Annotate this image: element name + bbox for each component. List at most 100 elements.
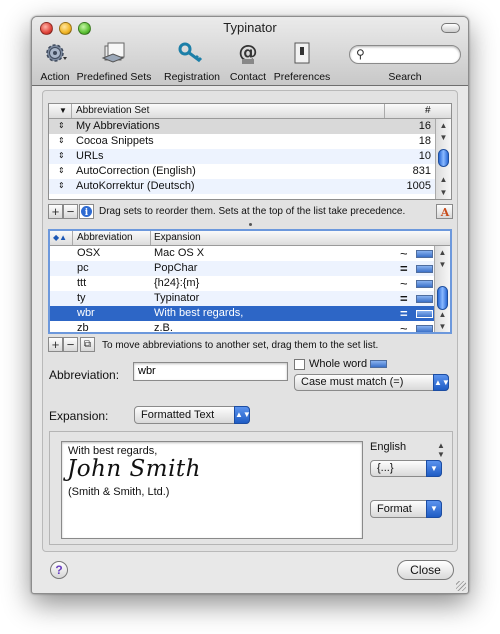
set-name: URLs	[76, 150, 104, 162]
toolbar-preferences[interactable]: Preferences	[272, 39, 332, 83]
abbr-col-expansion[interactable]: Expansion	[154, 232, 201, 243]
set-row[interactable]: ⇕ AutoKorrektur (Deutsch) 1005	[49, 179, 435, 194]
abbr-cell: zb	[77, 322, 89, 334]
insert-menu-value: {...}	[377, 462, 394, 474]
svg-text:i: i	[85, 208, 89, 218]
sets-hint: Drag sets to reorder them. Sets at the t…	[99, 206, 406, 217]
language-updown-icon[interactable]: ▲ ▼	[437, 441, 445, 459]
match-mode: ~	[400, 276, 408, 291]
toolbar-registration-label: Registration	[163, 71, 221, 83]
scroll-down-icon[interactable]: ▼	[435, 322, 450, 331]
svg-text:A: A	[439, 206, 449, 218]
abbr-scroll-thumb[interactable]	[437, 286, 448, 310]
close-button[interactable]: Close	[397, 560, 454, 580]
sets-col-count[interactable]: #	[425, 105, 431, 116]
drag-handle-icon: ⇕	[58, 166, 65, 175]
expansion-cell: With best regards,	[154, 307, 244, 319]
abbr-cell: pc	[77, 262, 89, 274]
sort-icon: ◆▲	[53, 233, 68, 242]
abbreviations-table[interactable]: ◆▲ Abbreviation Expansion OSX Mac OS X ~…	[48, 229, 452, 334]
formatted-text-icon	[416, 310, 433, 318]
toolbar-preferences-label: Preferences	[273, 71, 331, 83]
main-panel: ▼ Abbreviation Set # ⇕ My Abbreviations …	[42, 90, 458, 552]
scroll-up-icon[interactable]: ▲	[435, 248, 450, 257]
sets-table[interactable]: ▼ Abbreviation Set # ⇕ My Abbreviations …	[48, 103, 452, 200]
scroll-up-icon[interactable]: ▲	[435, 310, 450, 319]
format-menu-value: Format	[377, 503, 412, 515]
duplicate-abbreviation-button[interactable]: ⧉	[80, 337, 95, 352]
set-row[interactable]: ⇕ My Abbreviations 16	[49, 119, 435, 134]
set-count: 1005	[406, 180, 431, 192]
expansion-cell: Mac OS X	[154, 247, 205, 259]
set-name: Cocoa Snippets	[76, 135, 154, 147]
abbreviation-row[interactable]: zb z.B. ~	[50, 321, 434, 334]
abbr-col-abbreviation[interactable]: Abbreviation	[77, 232, 133, 243]
add-set-button[interactable]: +	[48, 204, 63, 219]
resize-grip-icon[interactable]	[456, 581, 466, 591]
sets-icon	[76, 39, 152, 67]
toolbar-predefined-sets[interactable]: Predefined Sets	[76, 39, 152, 83]
expansion-label: Expansion:	[49, 409, 109, 423]
abbreviation-input[interactable]	[134, 363, 287, 379]
format-menu[interactable]: Format ▼	[370, 500, 442, 518]
abbreviation-row[interactable]: OSX Mac OS X ~	[50, 246, 434, 261]
help-button[interactable]: ?	[50, 561, 68, 579]
add-abbreviation-button[interactable]: +	[48, 337, 63, 352]
abbreviation-row[interactable]: ttt {h24}:{m} ~	[50, 276, 434, 291]
abbreviation-row[interactable]: ty Typinator =	[50, 291, 434, 306]
window-title: Typinator	[223, 20, 277, 35]
insert-menu[interactable]: {...} ▼	[370, 460, 442, 477]
signature-text: John Smith	[67, 456, 201, 482]
match-mode: =	[400, 306, 408, 321]
toolbar-toggle-button[interactable]	[441, 23, 460, 33]
toolbar-action[interactable]: Action	[36, 39, 74, 83]
match-mode: =	[400, 291, 408, 306]
abbreviation-row-selected[interactable]: wbr With best regards, =	[50, 306, 434, 321]
sets-col-name[interactable]: Abbreviation Set	[76, 105, 149, 116]
search-label: Search	[388, 71, 422, 83]
set-count: 831	[412, 165, 431, 177]
set-count: 16	[418, 120, 431, 132]
remove-abbreviation-button[interactable]: −	[63, 337, 78, 352]
abbr-cell: ttt	[77, 277, 87, 289]
duplicate-icon: ⧉	[83, 339, 92, 350]
font-style-button[interactable]: A	[436, 204, 453, 219]
sets-scroll-thumb[interactable]	[438, 149, 449, 167]
abbr-cell: ty	[77, 292, 86, 304]
sets-scrollbar[interactable]: ▲ ▼ ▲ ▼	[435, 119, 451, 199]
search-input[interactable]	[370, 47, 456, 61]
expansion-cell: Typinator	[154, 292, 200, 304]
scroll-down-icon[interactable]: ▼	[436, 188, 451, 197]
expansion-text-area[interactable]: With best regards, John Smith (Smith & S…	[61, 441, 363, 539]
info-button[interactable]: i	[79, 204, 94, 219]
drag-handle-icon: ⇕	[58, 151, 65, 160]
set-name: AutoCorrection (English)	[76, 165, 196, 177]
whole-word-label: Whole word	[309, 358, 368, 370]
plain-text-icon	[416, 250, 433, 258]
scroll-down-icon[interactable]: ▼	[436, 133, 451, 142]
key-icon	[162, 39, 222, 67]
set-row[interactable]: ⇕ Cocoa Snippets 18	[49, 134, 435, 149]
abbreviation-row[interactable]: pc PopChar =	[50, 261, 434, 276]
set-row[interactable]: ⇕ URLs 10	[49, 149, 435, 164]
whole-word-checkbox[interactable]	[294, 359, 305, 370]
toolbar-contact[interactable]: @ Contact	[226, 39, 270, 83]
language-label[interactable]: English	[370, 441, 406, 453]
expansion-container: With best regards, John Smith (Smith & S…	[49, 431, 453, 545]
remove-set-button[interactable]: −	[63, 204, 78, 219]
abbr-scrollbar[interactable]: ▲ ▼ ▲ ▼	[434, 246, 450, 332]
toolbar-registration[interactable]: Registration	[162, 39, 222, 83]
scroll-up-icon[interactable]: ▲	[436, 121, 451, 130]
switch-icon	[272, 39, 332, 67]
set-row[interactable]: ⇕ AutoCorrection (English) 831	[49, 164, 435, 179]
splitter-handle[interactable]	[249, 223, 252, 226]
expansion-type-popup[interactable]: Formatted Text ▲▼	[134, 406, 251, 424]
search-field[interactable]: ⚲	[349, 45, 461, 64]
toolbar-action-label: Action	[40, 71, 70, 83]
abbreviation-field[interactable]	[133, 362, 288, 381]
scroll-down-icon[interactable]: ▼	[435, 260, 450, 269]
magnifier-icon: ⚲	[356, 47, 365, 61]
toolbar-contact-label: Contact	[229, 71, 267, 83]
case-match-popup[interactable]: Case must match (=) ▲▼	[294, 374, 450, 391]
scroll-up-icon[interactable]: ▲	[436, 175, 451, 184]
